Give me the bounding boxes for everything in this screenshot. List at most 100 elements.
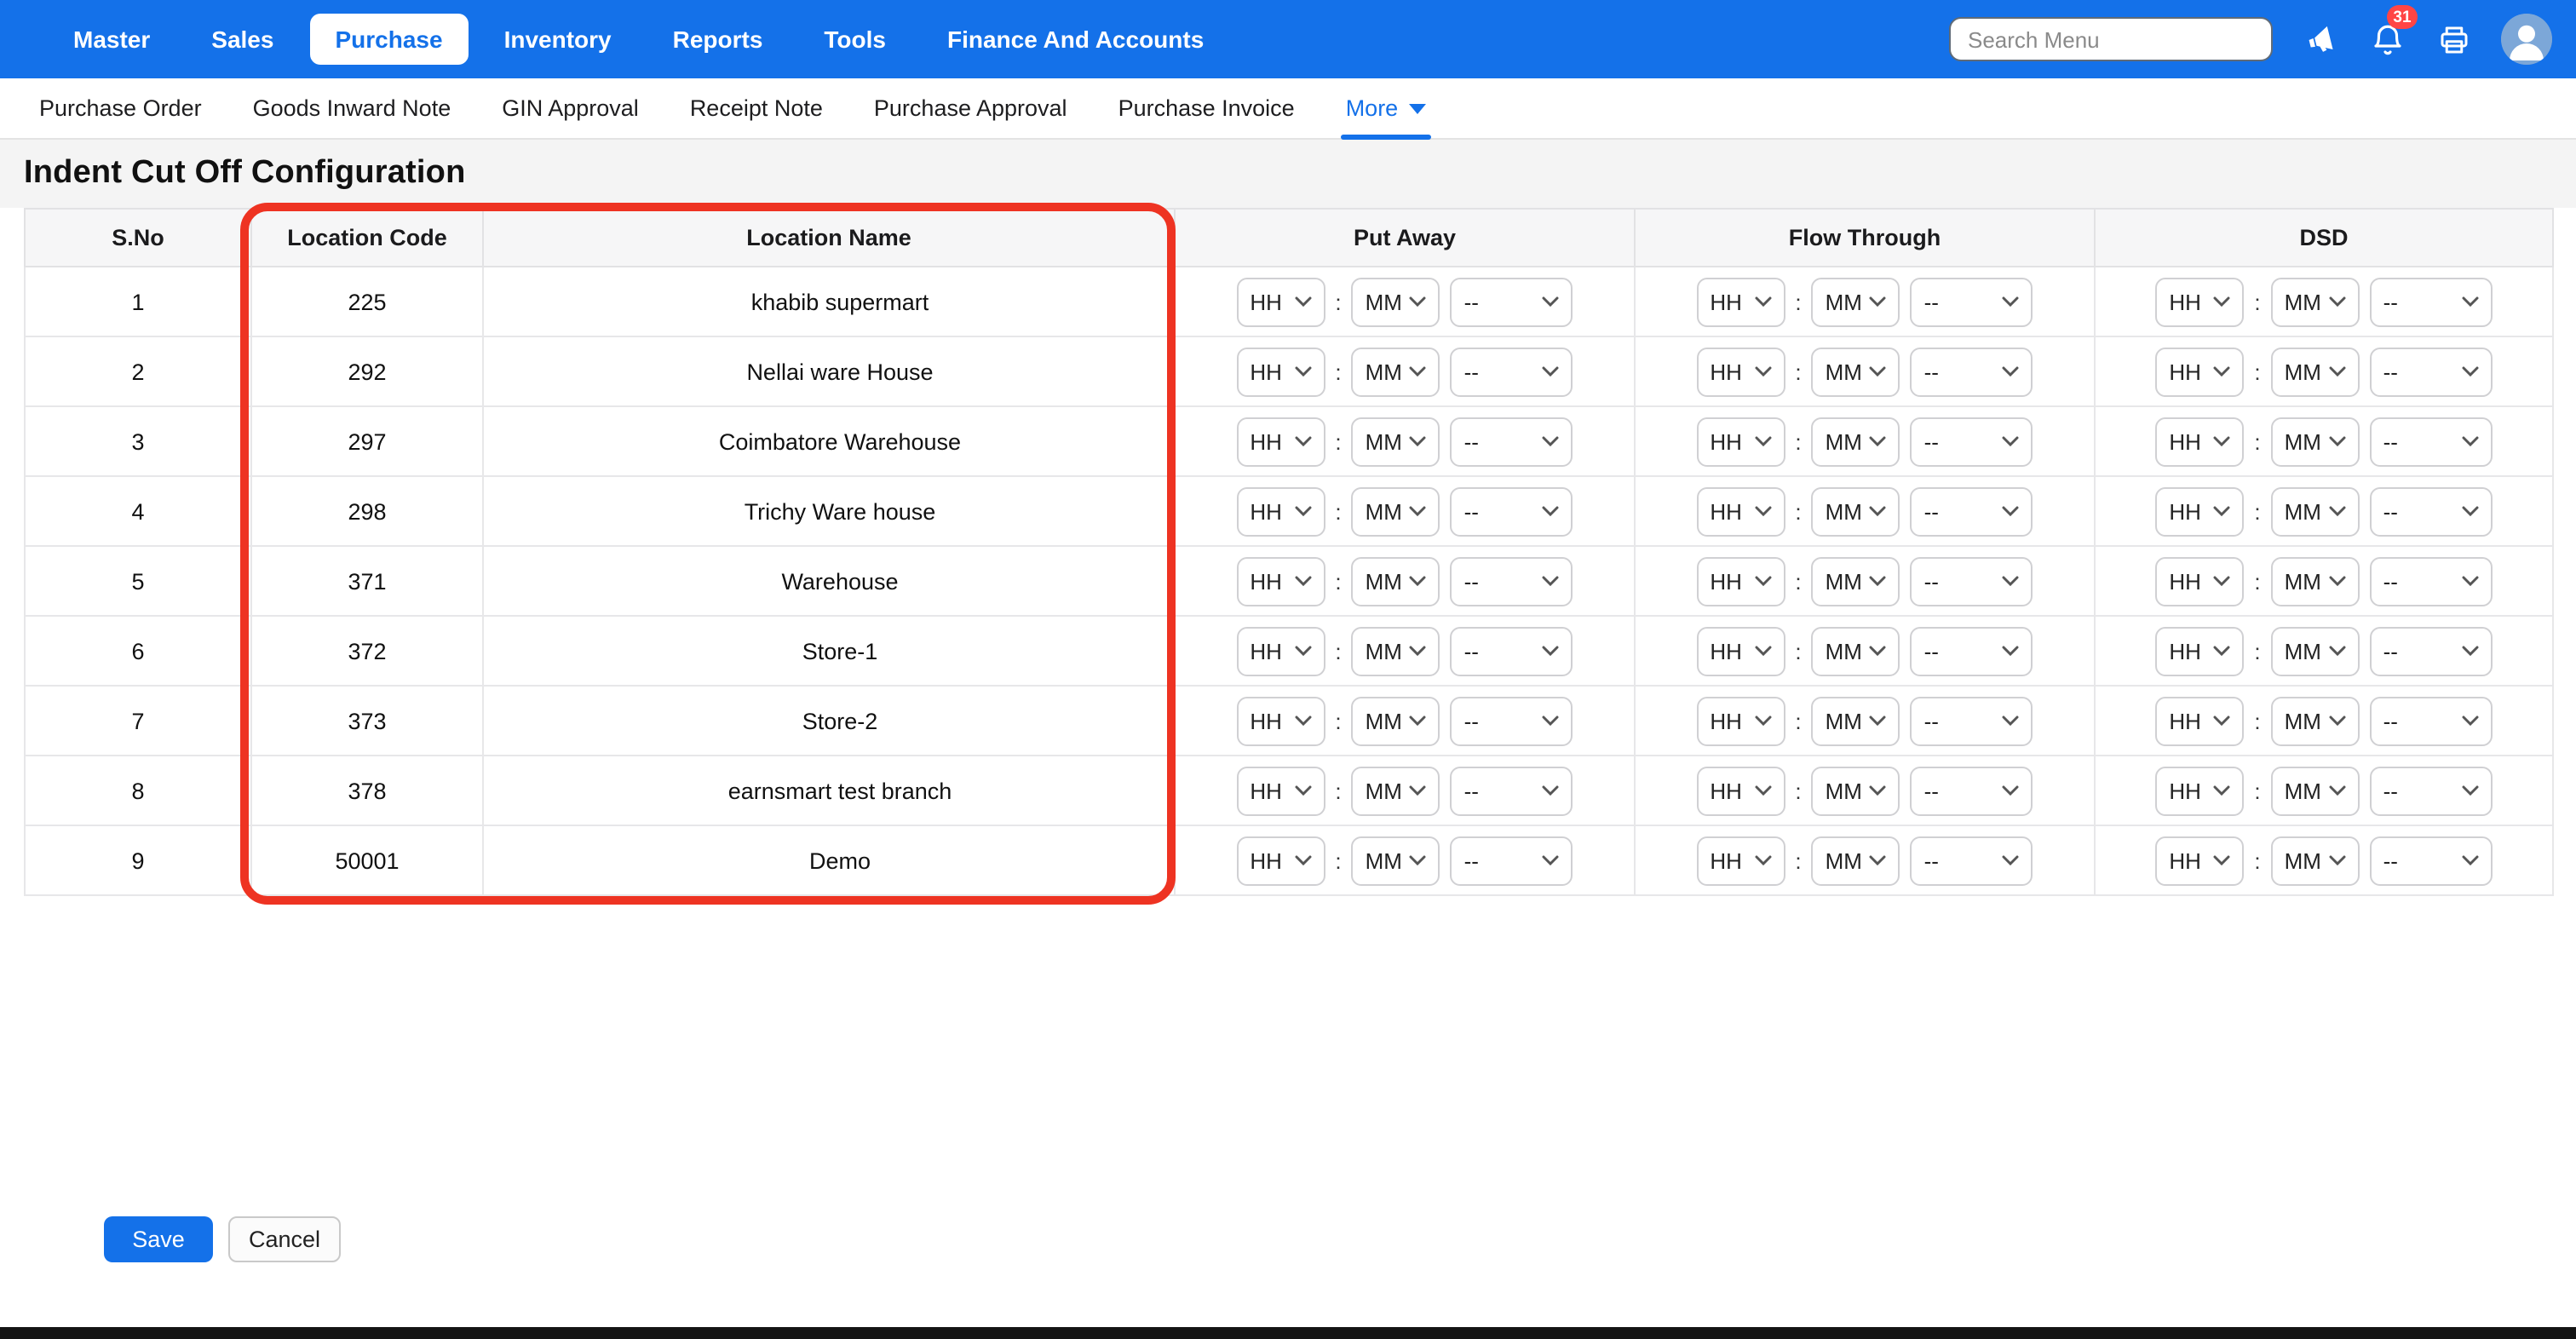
dsd-blank-select[interactable]: -- [2370, 417, 2493, 466]
dsd-hh-select[interactable]: HH [2155, 836, 2244, 885]
flow-through-blank-select[interactable]: -- [1911, 766, 2033, 815]
flow-through-mm-select[interactable]: MM [1812, 347, 1900, 396]
put-away-blank-select[interactable]: -- [1451, 626, 1573, 675]
put-away-hh-select[interactable]: HH [1236, 836, 1325, 885]
dsd-mm-select[interactable]: MM [2271, 696, 2360, 745]
print-icon[interactable] [2435, 20, 2472, 58]
put-away-hh-select[interactable]: HH [1236, 696, 1325, 745]
dsd-hh-select[interactable]: HH [2155, 766, 2244, 815]
flow-through-hh-select[interactable]: HH [1696, 556, 1785, 606]
flow-through-mm-select[interactable]: MM [1812, 626, 1900, 675]
put-away-blank-select[interactable]: -- [1451, 417, 1573, 466]
put-away-blank-select[interactable]: -- [1451, 766, 1573, 815]
tab-gin-approval[interactable]: GIN Approval [476, 78, 664, 138]
put-away-hh-select[interactable]: HH [1236, 626, 1325, 675]
put-away-mm-select[interactable]: MM [1352, 347, 1440, 396]
put-away-blank-select[interactable]: -- [1451, 486, 1573, 536]
flow-through-blank-select[interactable]: -- [1911, 277, 2033, 326]
nav-tools[interactable]: Tools [798, 14, 911, 65]
put-away-hh-select[interactable]: HH [1236, 556, 1325, 606]
put-away-hh-select[interactable]: HH [1236, 486, 1325, 536]
flow-through-blank-select[interactable]: -- [1911, 556, 2033, 606]
put-away-hh-select[interactable]: HH [1236, 766, 1325, 815]
flow-through-hh-select[interactable]: HH [1696, 347, 1785, 396]
tab-purchase-invoice[interactable]: Purchase Invoice [1093, 78, 1320, 138]
dsd-blank-select[interactable]: -- [2370, 556, 2493, 606]
nav-master[interactable]: Master [48, 14, 175, 65]
flow-through-hh-select[interactable]: HH [1696, 277, 1785, 326]
tab-goods-inward-note[interactable]: Goods Inward Note [227, 78, 477, 138]
tab-purchase-approval[interactable]: Purchase Approval [848, 78, 1093, 138]
put-away-blank-select[interactable]: -- [1451, 556, 1573, 606]
flow-through-blank-select[interactable]: -- [1911, 696, 2033, 745]
save-button[interactable]: Save [104, 1216, 213, 1262]
flow-through-blank-select[interactable]: -- [1911, 836, 2033, 885]
tab-more[interactable]: More [1320, 78, 1452, 138]
dsd-mm-select[interactable]: MM [2271, 347, 2360, 396]
put-away-hh-select[interactable]: HH [1236, 347, 1325, 396]
dsd-hh-select[interactable]: HH [2155, 486, 2244, 536]
dsd-blank-select[interactable]: -- [2370, 696, 2493, 745]
put-away-blank-select[interactable]: -- [1451, 836, 1573, 885]
dsd-hh-select[interactable]: HH [2155, 347, 2244, 396]
notification-bell-icon[interactable]: 31 [2368, 20, 2406, 58]
put-away-mm-select[interactable]: MM [1352, 277, 1440, 326]
dsd-mm-select[interactable]: MM [2271, 277, 2360, 326]
nav-purchase[interactable]: Purchase [309, 14, 468, 65]
user-avatar[interactable] [2501, 14, 2552, 65]
flow-through-blank-select[interactable]: -- [1911, 417, 2033, 466]
flow-through-mm-select[interactable]: MM [1812, 556, 1900, 606]
put-away-blank-select[interactable]: -- [1451, 277, 1573, 326]
nav-reports[interactable]: Reports [647, 14, 789, 65]
flow-through-mm-select[interactable]: MM [1812, 486, 1900, 536]
search-input[interactable] [1949, 17, 2273, 61]
dsd-hh-select[interactable]: HH [2155, 626, 2244, 675]
put-away-hh-select[interactable]: HH [1236, 277, 1325, 326]
flow-through-hh-select[interactable]: HH [1696, 696, 1785, 745]
dsd-mm-select[interactable]: MM [2271, 417, 2360, 466]
tab-receipt-note[interactable]: Receipt Note [664, 78, 848, 138]
dsd-blank-select[interactable]: -- [2370, 626, 2493, 675]
flow-through-mm-select[interactable]: MM [1812, 766, 1900, 815]
dsd-hh-select[interactable]: HH [2155, 417, 2244, 466]
put-away-mm-select[interactable]: MM [1352, 696, 1440, 745]
dsd-blank-select[interactable]: -- [2370, 347, 2493, 396]
put-away-blank-select[interactable]: -- [1451, 696, 1573, 745]
dsd-hh-select[interactable]: HH [2155, 696, 2244, 745]
dsd-mm-select[interactable]: MM [2271, 766, 2360, 815]
flow-through-mm-select[interactable]: MM [1812, 417, 1900, 466]
dsd-blank-select[interactable]: -- [2370, 277, 2493, 326]
dsd-blank-select[interactable]: -- [2370, 766, 2493, 815]
flow-through-mm-select[interactable]: MM [1812, 696, 1900, 745]
flow-through-blank-select[interactable]: -- [1911, 486, 2033, 536]
nav-inventory[interactable]: Inventory [479, 14, 637, 65]
put-away-mm-select[interactable]: MM [1352, 626, 1440, 675]
tab-purchase-order[interactable]: Purchase Order [14, 78, 227, 138]
dsd-mm-select[interactable]: MM [2271, 486, 2360, 536]
flow-through-hh-select[interactable]: HH [1696, 626, 1785, 675]
announcement-icon[interactable] [2302, 20, 2339, 58]
dsd-hh-select[interactable]: HH [2155, 277, 2244, 326]
flow-through-blank-select[interactable]: -- [1911, 626, 2033, 675]
put-away-mm-select[interactable]: MM [1352, 417, 1440, 466]
flow-through-mm-select[interactable]: MM [1812, 277, 1900, 326]
put-away-mm-select[interactable]: MM [1352, 486, 1440, 536]
flow-through-blank-select[interactable]: -- [1911, 347, 2033, 396]
put-away-hh-select[interactable]: HH [1236, 417, 1325, 466]
flow-through-hh-select[interactable]: HH [1696, 836, 1785, 885]
dsd-mm-select[interactable]: MM [2271, 556, 2360, 606]
flow-through-hh-select[interactable]: HH [1696, 766, 1785, 815]
flow-through-mm-select[interactable]: MM [1812, 836, 1900, 885]
dsd-blank-select[interactable]: -- [2370, 486, 2493, 536]
put-away-mm-select[interactable]: MM [1352, 836, 1440, 885]
dsd-blank-select[interactable]: -- [2370, 836, 2493, 885]
flow-through-hh-select[interactable]: HH [1696, 486, 1785, 536]
nav-sales[interactable]: Sales [186, 14, 299, 65]
nav-finance-and-accounts[interactable]: Finance And Accounts [922, 14, 1229, 65]
cancel-button[interactable]: Cancel [228, 1216, 341, 1262]
dsd-mm-select[interactable]: MM [2271, 626, 2360, 675]
dsd-hh-select[interactable]: HH [2155, 556, 2244, 606]
put-away-mm-select[interactable]: MM [1352, 766, 1440, 815]
flow-through-hh-select[interactable]: HH [1696, 417, 1785, 466]
dsd-mm-select[interactable]: MM [2271, 836, 2360, 885]
